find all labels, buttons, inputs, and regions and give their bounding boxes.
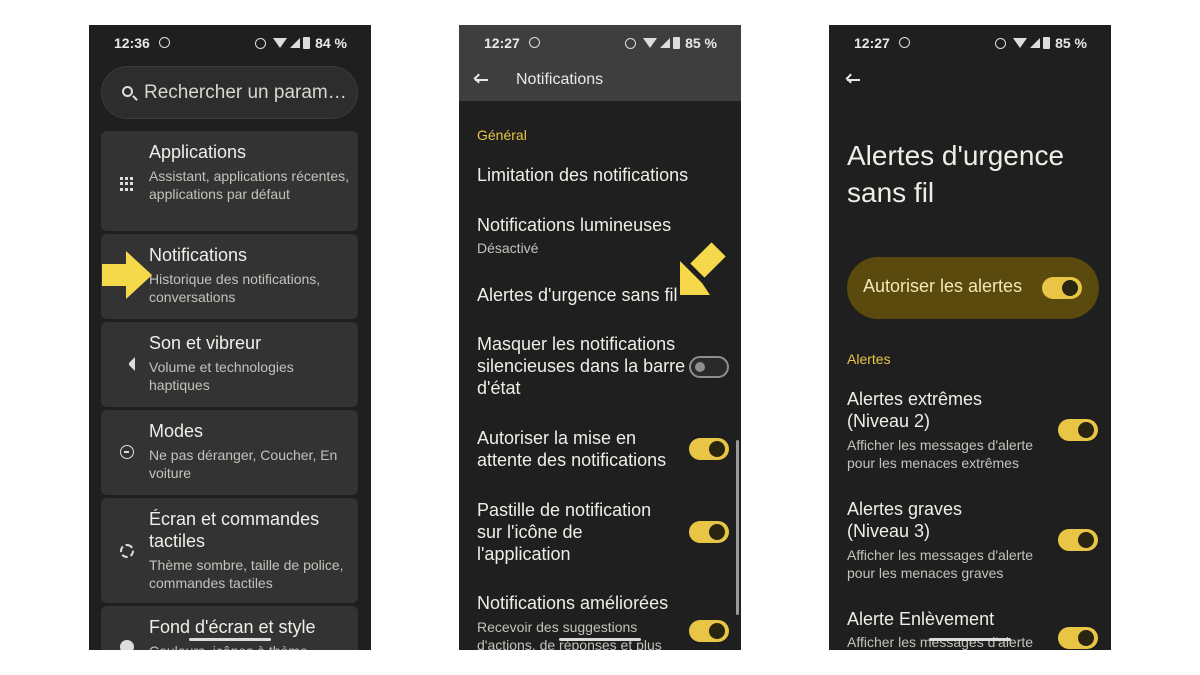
emergency-alerts-screen: 12:27 85 % Alertes d'urgence sans fil Au… xyxy=(829,25,1111,650)
settings-item-title: Fond d'écran et style xyxy=(149,617,316,637)
palette-icon xyxy=(120,640,134,650)
highlight-arrow-icon xyxy=(102,251,152,299)
extremes-toggle[interactable] xyxy=(1058,419,1098,441)
settings-item-title: Son et vibreur xyxy=(149,333,262,353)
settings-item-subtitle: Historique des notifications, conversati… xyxy=(149,271,321,305)
item-title: Notifications lumineuses xyxy=(477,215,672,235)
speaker-icon xyxy=(121,357,135,371)
minus-circle-icon xyxy=(120,445,134,459)
battery-icon xyxy=(303,37,311,49)
notifications-screen: 12:27 85 % Notifications Général Limitat… xyxy=(459,25,741,650)
settings-item-sound[interactable]: Son et vibreur Volume et technologies ha… xyxy=(101,322,358,407)
wifi-icon xyxy=(273,38,288,48)
masquer-toggle[interactable] xyxy=(689,356,729,378)
dnd-icon xyxy=(625,37,637,49)
search-placeholder: Rechercher un param… xyxy=(144,82,347,103)
back-arrow-icon[interactable] xyxy=(845,73,860,86)
item-subtitle: Afficher les messages d'alerte pour les … xyxy=(847,437,1034,471)
app-bar: 12:27 85 % Notifications xyxy=(459,25,741,101)
item-title: Notifications améliorées xyxy=(477,593,669,613)
settings-item-subtitle: Thème sombre, taille de police, commande… xyxy=(149,557,344,591)
pastille-toggle[interactable] xyxy=(689,521,729,543)
settings-screen: 12:36 84 % Rechercher un param… Applicat… xyxy=(89,25,371,650)
settings-item-modes[interactable]: Modes Ne pas déranger, Coucher, En voitu… xyxy=(101,410,358,495)
scrollbar[interactable] xyxy=(736,440,739,615)
item-title: Alertes extrêmes (Niveau 2) xyxy=(847,389,983,431)
item-subtitle: Afficher les messages d'alerte xyxy=(847,634,1034,650)
section-header: Alertes xyxy=(847,351,891,367)
signal-icon xyxy=(290,38,301,48)
settings-item-subtitle: Assistant, applications récentes, applic… xyxy=(149,168,349,202)
notif-item-limitation[interactable]: Limitation des notifications xyxy=(477,164,688,186)
item-title: Masquer les notifications silencieuses d… xyxy=(477,334,686,398)
dnd-icon xyxy=(995,37,1007,49)
status-time: 12:36 xyxy=(114,35,150,51)
item-subtitle: Recevoir des suggestions d'actions, de r… xyxy=(477,619,662,650)
status-time: 12:27 xyxy=(854,35,890,51)
page-title: Notifications xyxy=(516,71,604,88)
battery-icon xyxy=(673,37,681,49)
settings-search-bar[interactable]: Rechercher un param… xyxy=(101,66,358,119)
item-title: Autoriser la mise en attente des notific… xyxy=(477,428,667,470)
settings-item-applications[interactable]: Applications Assistant, applications réc… xyxy=(101,131,358,231)
ameliorees-toggle[interactable] xyxy=(689,620,729,642)
graves-toggle[interactable] xyxy=(1058,529,1098,551)
settings-item-title: Applications xyxy=(149,142,247,162)
signal-icon xyxy=(660,38,671,48)
item-subtitle: Désactivé xyxy=(477,240,539,256)
wifi-icon xyxy=(643,38,658,48)
alarm-icon xyxy=(529,37,540,48)
settings-item-display[interactable]: Écran et commandes tactiles Thème sombre… xyxy=(101,498,358,603)
alarm-icon xyxy=(159,37,170,48)
highlight-arrow-icon xyxy=(676,242,728,295)
settings-item-subtitle: Ne pas déranger, Coucher, En voiture xyxy=(149,447,338,481)
enlevement-toggle[interactable] xyxy=(1058,627,1098,649)
battery-icon xyxy=(1043,37,1051,49)
status-bar: 12:36 84 % xyxy=(89,25,371,59)
search-icon xyxy=(122,86,133,97)
apps-grid-icon xyxy=(120,177,134,191)
battery-percent: 85 % xyxy=(1055,35,1087,51)
signal-icon xyxy=(1030,38,1041,48)
allow-alerts-switch-bar[interactable]: Autoriser les alertes xyxy=(847,257,1099,319)
mise-en-attente-toggle[interactable] xyxy=(689,438,729,460)
settings-item-title: Notifications xyxy=(149,245,248,265)
gesture-nav-bar[interactable] xyxy=(189,638,271,641)
item-title: Pastille de notification sur l'icône de … xyxy=(477,500,652,564)
item-title: Alertes graves (Niveau 3) xyxy=(847,499,963,541)
allow-alerts-label: Autoriser les alertes xyxy=(863,276,1023,296)
dnd-icon xyxy=(255,37,267,49)
notif-item-alertes-urgence[interactable]: Alertes d'urgence sans fil xyxy=(477,284,678,306)
wifi-icon xyxy=(1013,38,1028,48)
settings-item-subtitle: Couleurs, icônes à thème xyxy=(149,642,349,650)
settings-item-title: Écran et commandes tactiles xyxy=(149,509,320,551)
status-bar: 12:27 85 % xyxy=(829,25,1111,59)
item-title: Alerte Enlèvement xyxy=(847,609,995,629)
status-time: 12:27 xyxy=(484,35,520,51)
battery-percent: 84 % xyxy=(315,35,347,51)
page-title: Alertes d'urgence sans fil xyxy=(847,140,1065,208)
settings-item-wallpaper[interactable]: Fond d'écran et style Couleurs, icônes à… xyxy=(101,606,358,650)
status-bar: 12:27 85 % xyxy=(459,25,741,59)
settings-item-subtitle: Volume et technologies haptiques xyxy=(149,359,294,393)
allow-alerts-toggle[interactable] xyxy=(1042,277,1082,299)
brightness-icon xyxy=(120,544,134,558)
gesture-nav-bar[interactable] xyxy=(559,638,641,641)
back-arrow-icon[interactable] xyxy=(473,73,488,86)
section-header: Général xyxy=(477,127,527,143)
battery-percent: 85 % xyxy=(685,35,717,51)
settings-item-title: Modes xyxy=(149,421,204,441)
gesture-nav-bar[interactable] xyxy=(929,638,1011,641)
item-subtitle: Afficher les messages d'alerte pour les … xyxy=(847,547,1034,581)
alarm-icon xyxy=(899,37,910,48)
